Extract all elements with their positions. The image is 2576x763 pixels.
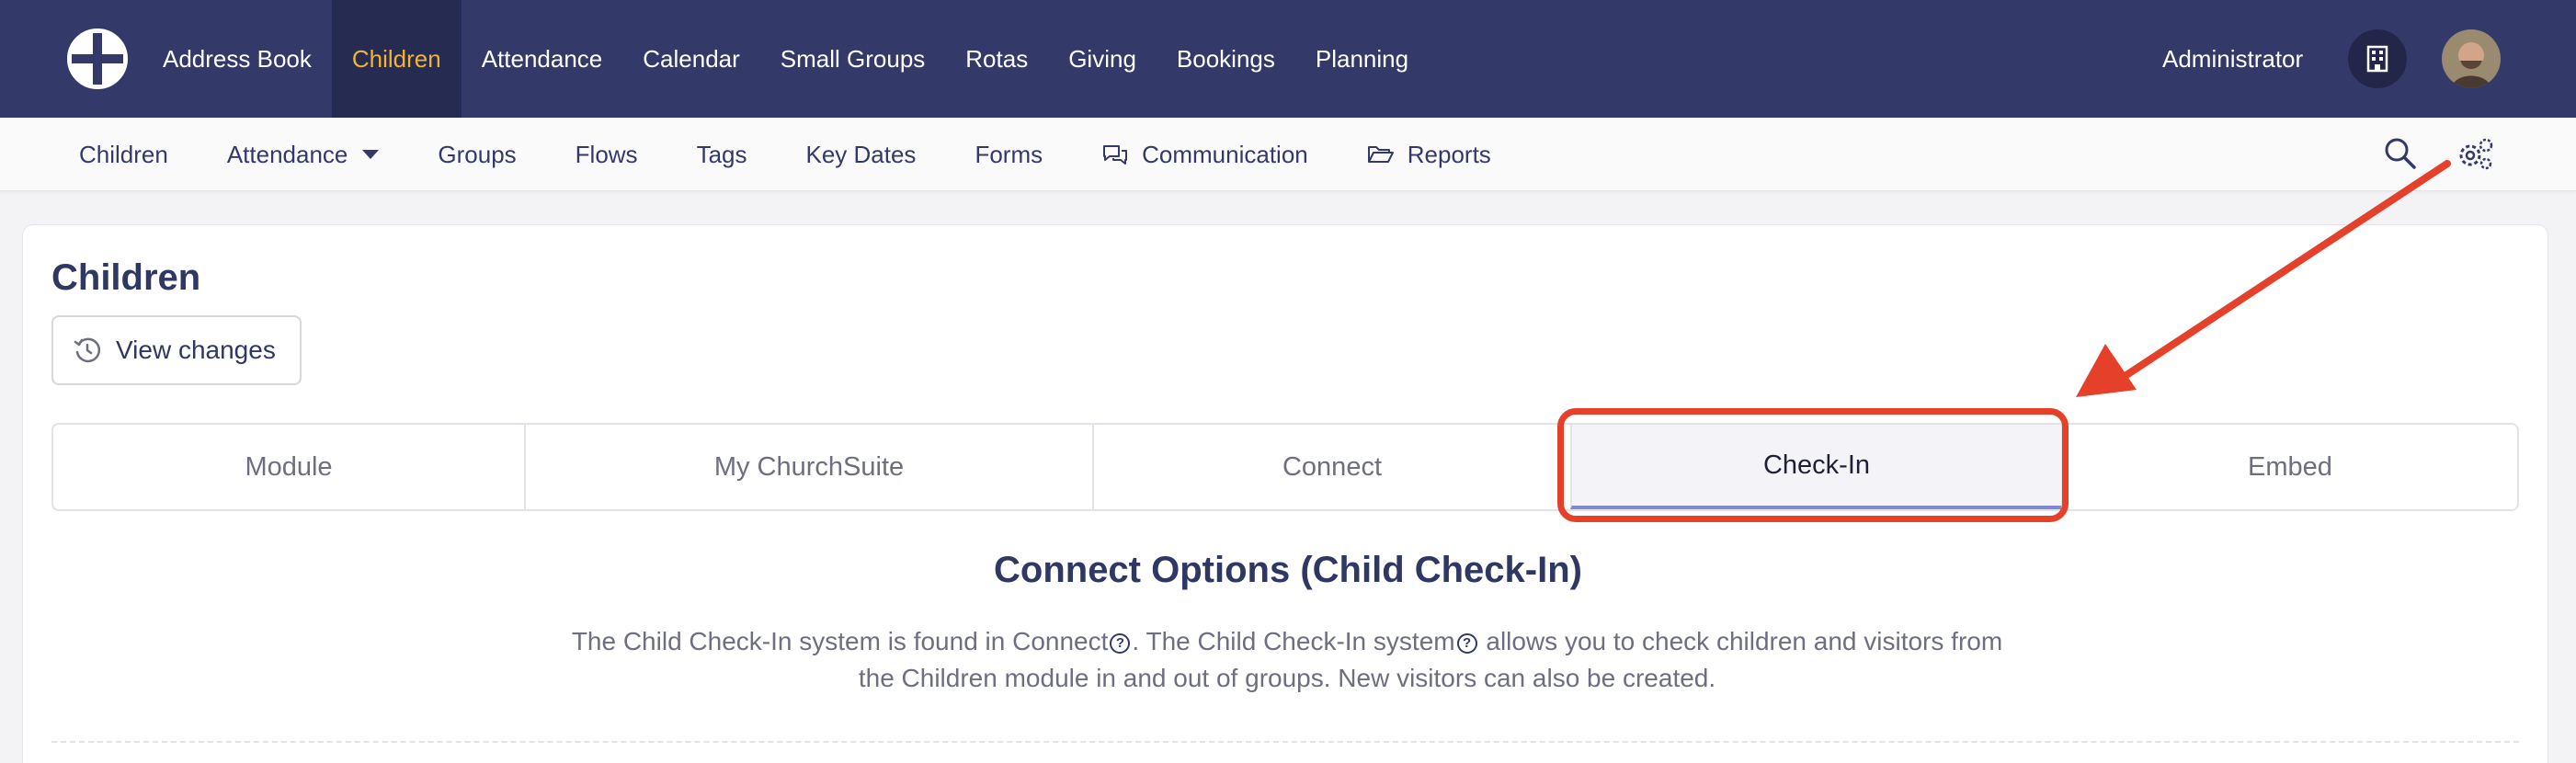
tab-embed[interactable]: Embed	[2061, 425, 2517, 509]
help-icon[interactable]: ?	[1456, 632, 1477, 654]
subnav-forms-label: Forms	[975, 140, 1043, 168]
nav-rotas[interactable]: Rotas	[945, 0, 1048, 118]
avatar[interactable]	[2442, 29, 2501, 88]
subnav-communication-label: Communication	[1142, 140, 1308, 168]
divider	[51, 741, 2519, 743]
subnav-communication[interactable]: Communication	[1072, 118, 1338, 191]
subnav-tags-label: Tags	[696, 140, 747, 168]
subnav-children-label: Children	[79, 140, 168, 168]
tab-my-churchsuite[interactable]: My ChurchSuite	[524, 425, 1092, 509]
help-icon[interactable]: ?	[1110, 632, 1131, 654]
user-role[interactable]: Administrator	[2162, 0, 2303, 118]
tab-connect[interactable]: Connect	[1092, 425, 1570, 509]
chevron-down-icon	[362, 150, 380, 159]
subnav-reports[interactable]: Reports	[1338, 118, 1521, 191]
history-icon	[74, 337, 101, 363]
subnav-attendance-dropdown[interactable]: Attendance	[198, 118, 409, 191]
description-part2: . The Child Check-In system	[1132, 627, 1455, 655]
top-navbar: Address Book Children Attendance Calenda…	[0, 0, 2576, 118]
section-description: The Child Check-In system is found in Co…	[570, 623, 2004, 697]
subnav-groups-label: Groups	[438, 140, 517, 168]
subnav-key-dates[interactable]: Key Dates	[776, 118, 945, 191]
nav-bookings[interactable]: Bookings	[1157, 0, 1295, 118]
subnav-tags[interactable]: Tags	[667, 118, 777, 191]
view-changes-label: View changes	[116, 336, 276, 364]
section-title: Connect Options (Child Check-In)	[994, 550, 1582, 590]
nav-small-groups[interactable]: Small Groups	[760, 0, 946, 118]
folder-open-icon	[1367, 146, 1394, 163]
nav-giving[interactable]: Giving	[1048, 0, 1157, 118]
avatar-image	[2442, 29, 2501, 88]
subnav-groups[interactable]: Groups	[408, 118, 545, 191]
churchsuite-logo-icon[interactable]	[66, 28, 129, 90]
view-changes-button[interactable]: View changes	[51, 315, 302, 385]
building-button[interactable]	[2348, 29, 2407, 88]
page-title: Children	[51, 257, 201, 298]
building-icon	[2366, 45, 2388, 73]
sub-navbar: Children Attendance Groups Flows Tags Ke…	[0, 118, 2576, 191]
subnav-key-dates-label: Key Dates	[805, 140, 917, 168]
nav-address-book[interactable]: Address Book	[142, 0, 332, 118]
annotation-highlight-box	[1557, 408, 2069, 522]
nav-calendar[interactable]: Calendar	[622, 0, 760, 118]
nav-children[interactable]: Children	[331, 0, 462, 118]
module-nav: Children Attendance Groups Flows Tags Ke…	[50, 118, 1521, 191]
description-part1: The Child Check-In system is found in Co…	[571, 627, 1109, 655]
nav-attendance[interactable]: Attendance	[462, 0, 623, 118]
subnav-flows-label: Flows	[575, 140, 638, 168]
subnav-forms[interactable]: Forms	[945, 118, 1072, 191]
main-nav: Address Book Children Attendance Calenda…	[142, 0, 1429, 118]
tab-module[interactable]: Module	[53, 425, 524, 509]
chat-bubbles-icon	[1103, 145, 1128, 165]
subnav-children[interactable]: Children	[50, 118, 198, 191]
nav-planning[interactable]: Planning	[1295, 0, 1429, 118]
subnav-reports-label: Reports	[1407, 140, 1491, 168]
search-icon[interactable]	[2383, 136, 2418, 171]
settings-tabs: Module My ChurchSuite Connect Check-In E…	[51, 423, 2519, 511]
subnav-attendance-label: Attendance	[226, 140, 348, 168]
gear-icon[interactable]	[2456, 136, 2495, 171]
subnav-flows[interactable]: Flows	[546, 118, 667, 191]
